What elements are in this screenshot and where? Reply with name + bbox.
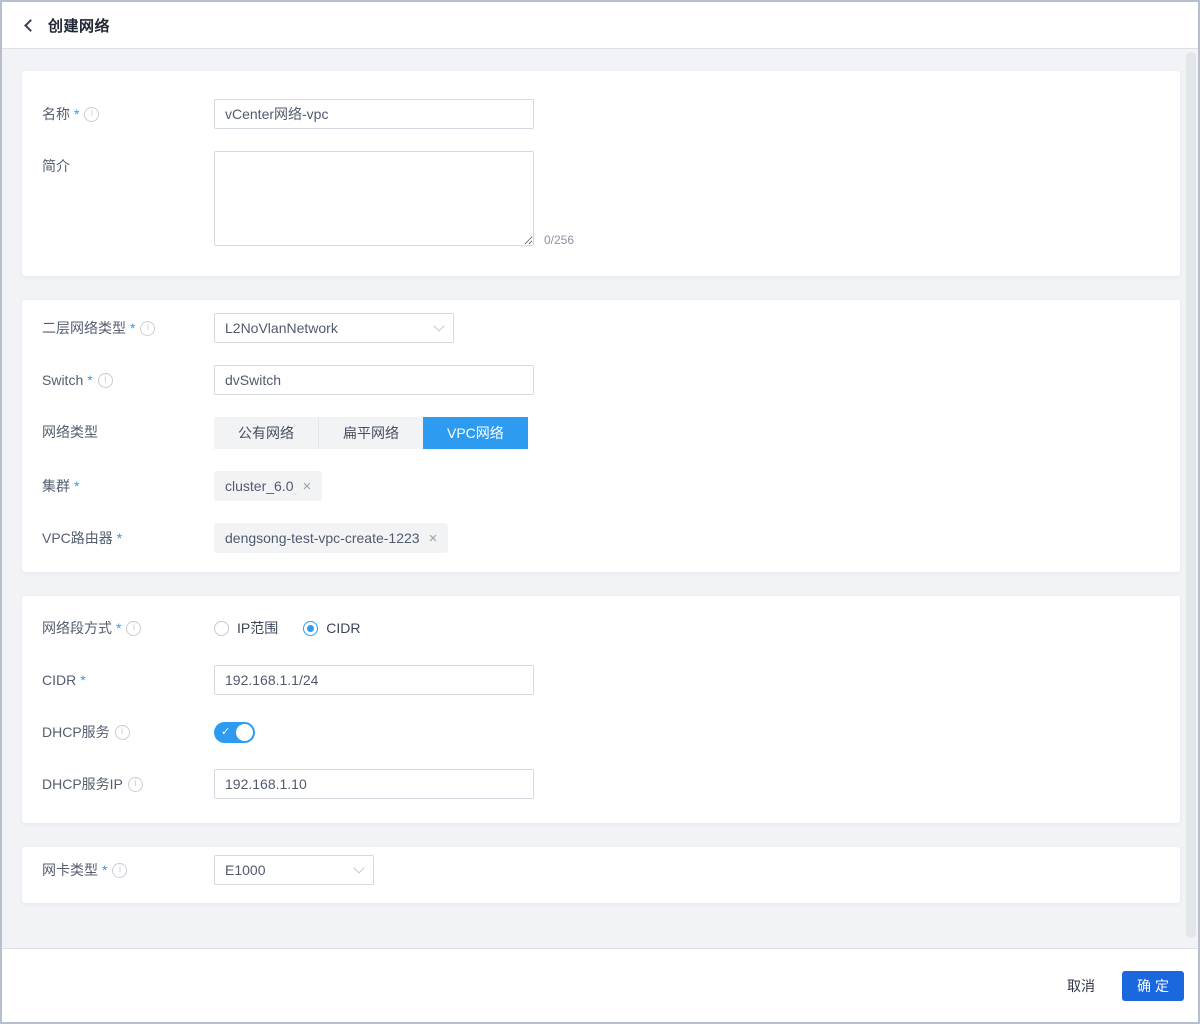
info-icon[interactable]: i (140, 321, 155, 336)
radio-unchecked-icon (214, 621, 229, 636)
nic-type-value: E1000 (225, 862, 265, 878)
info-icon[interactable]: i (112, 863, 127, 878)
field-row-nic-type: 网卡类型 * i E1000 (42, 855, 1160, 885)
info-icon[interactable]: i (115, 725, 130, 740)
switch-input[interactable] (214, 365, 534, 395)
card-basic-info: 名称 * i 简介 0/256 (22, 71, 1180, 276)
description-area-wrap: 0/256 (214, 151, 534, 251)
cluster-tag-text: cluster_6.0 (225, 478, 293, 494)
field-row-dhcp-ip: DHCP服务IP i (42, 769, 1160, 799)
check-icon: ✓ (221, 727, 230, 738)
l2-type-select[interactable]: L2NoVlanNetwork (214, 313, 454, 343)
tab-public-network[interactable]: 公有网络 (214, 417, 318, 449)
card-network-config: 二层网络类型 * i L2NoVlanNetwork Switch * i (22, 300, 1180, 572)
cidr-label-text: CIDR (42, 672, 76, 688)
close-icon[interactable]: × (302, 479, 311, 494)
field-row-dhcp: DHCP服务 i ✓ (42, 717, 1160, 747)
dhcp-ip-input[interactable] (214, 769, 534, 799)
required-mark: * (116, 620, 121, 636)
radio-cidr-label: CIDR (326, 620, 360, 636)
cluster-label: 集群 * (42, 471, 214, 501)
page-title: 创建网络 (48, 15, 110, 36)
footer-actions: 取消 确定 (2, 948, 1198, 1022)
cidr-label: CIDR * (42, 665, 214, 695)
dhcp-ip-label-text: DHCP服务IP (42, 774, 123, 794)
back-button[interactable] (26, 21, 35, 30)
field-row-network-type: 网络类型 公有网络 扁平网络 VPC网络 (42, 417, 1160, 449)
card-nic-type: 网卡类型 * i E1000 (22, 847, 1180, 903)
vpc-router-tag[interactable]: dengsong-test-vpc-create-1223 × (214, 523, 448, 553)
cluster-tag[interactable]: cluster_6.0 × (214, 471, 322, 501)
l2-type-value: L2NoVlanNetwork (225, 320, 338, 336)
info-icon[interactable]: i (84, 107, 99, 122)
cidr-input[interactable] (214, 665, 534, 695)
cluster-label-text: 集群 (42, 476, 70, 496)
tab-flat-network[interactable]: 扁平网络 (318, 417, 423, 449)
card-segment-config: 网络段方式 * i IP范围 CIDR CIDR (22, 596, 1180, 823)
toggle-knob (236, 724, 253, 741)
name-input[interactable] (214, 99, 534, 129)
network-type-label-text: 网络类型 (42, 422, 98, 442)
field-row-switch: Switch * i (42, 365, 1160, 395)
required-mark: * (87, 372, 92, 388)
tab-vpc-network[interactable]: VPC网络 (423, 417, 528, 449)
nic-type-label: 网卡类型 * i (42, 855, 214, 885)
field-row-segment-mode: 网络段方式 * i IP范围 CIDR (42, 613, 1160, 643)
info-icon[interactable]: i (98, 373, 113, 388)
l2-type-label: 二层网络类型 * i (42, 313, 214, 343)
info-icon[interactable]: i (128, 777, 143, 792)
radio-cidr[interactable]: CIDR (303, 620, 360, 636)
info-icon[interactable]: i (126, 621, 141, 636)
scrollbar-thumb[interactable] (1186, 52, 1196, 938)
chevron-down-icon (433, 320, 444, 331)
network-type-label: 网络类型 (42, 417, 214, 447)
vpc-router-tag-text: dengsong-test-vpc-create-1223 (225, 530, 420, 546)
dhcp-ip-label: DHCP服务IP i (42, 769, 214, 799)
dhcp-label: DHCP服务 i (42, 717, 214, 747)
chevron-left-icon (24, 19, 37, 32)
form-scroll-area: 名称 * i 简介 0/256 二层网络类型 (2, 49, 1198, 948)
char-counter: 0/256 (544, 233, 574, 247)
radio-checked-icon (303, 621, 318, 636)
create-network-page: 创建网络 名称 * i 简介 0/256 (0, 0, 1200, 1024)
dhcp-toggle[interactable]: ✓ (214, 722, 255, 743)
required-mark: * (117, 530, 122, 546)
field-row-name: 名称 * i (42, 99, 1160, 129)
vpc-router-label: VPC路由器 * (42, 523, 214, 553)
nic-type-label-text: 网卡类型 (42, 860, 98, 880)
nic-type-select[interactable]: E1000 (214, 855, 374, 885)
cancel-button[interactable]: 取消 (1067, 976, 1095, 996)
required-mark: * (80, 672, 85, 688)
field-row-cluster: 集群 * cluster_6.0 × (42, 471, 1160, 501)
close-icon[interactable]: × (429, 531, 438, 546)
segment-mode-radios: IP范围 CIDR (214, 613, 360, 643)
vpc-router-label-text: VPC路由器 (42, 528, 113, 548)
confirm-button[interactable]: 确定 (1122, 971, 1184, 1001)
switch-label: Switch * i (42, 365, 214, 395)
dhcp-label-text: DHCP服务 (42, 722, 110, 742)
name-label: 名称 * i (42, 99, 214, 129)
chevron-down-icon (353, 862, 364, 873)
segment-mode-label: 网络段方式 * i (42, 613, 214, 643)
network-type-tabs: 公有网络 扁平网络 VPC网络 (214, 417, 528, 449)
required-mark: * (130, 320, 135, 336)
radio-ip-range-label: IP范围 (237, 618, 278, 638)
required-mark: * (74, 106, 79, 122)
field-row-vpc-router: VPC路由器 * dengsong-test-vpc-create-1223 × (42, 523, 1160, 553)
segment-mode-label-text: 网络段方式 (42, 618, 112, 638)
required-mark: * (74, 478, 79, 494)
field-row-l2-type: 二层网络类型 * i L2NoVlanNetwork (42, 313, 1160, 343)
field-row-cidr: CIDR * (42, 665, 1160, 695)
dhcp-toggle-wrap: ✓ (214, 717, 255, 747)
switch-label-text: Switch (42, 372, 83, 388)
description-label-text: 简介 (42, 156, 70, 176)
description-textarea[interactable] (214, 151, 534, 246)
name-label-text: 名称 (42, 104, 70, 124)
description-label: 简介 (42, 151, 214, 181)
radio-ip-range[interactable]: IP范围 (214, 618, 278, 638)
field-row-description: 简介 0/256 (42, 151, 1160, 251)
page-header: 创建网络 (2, 2, 1198, 49)
required-mark: * (102, 862, 107, 878)
l2-type-label-text: 二层网络类型 (42, 318, 126, 338)
